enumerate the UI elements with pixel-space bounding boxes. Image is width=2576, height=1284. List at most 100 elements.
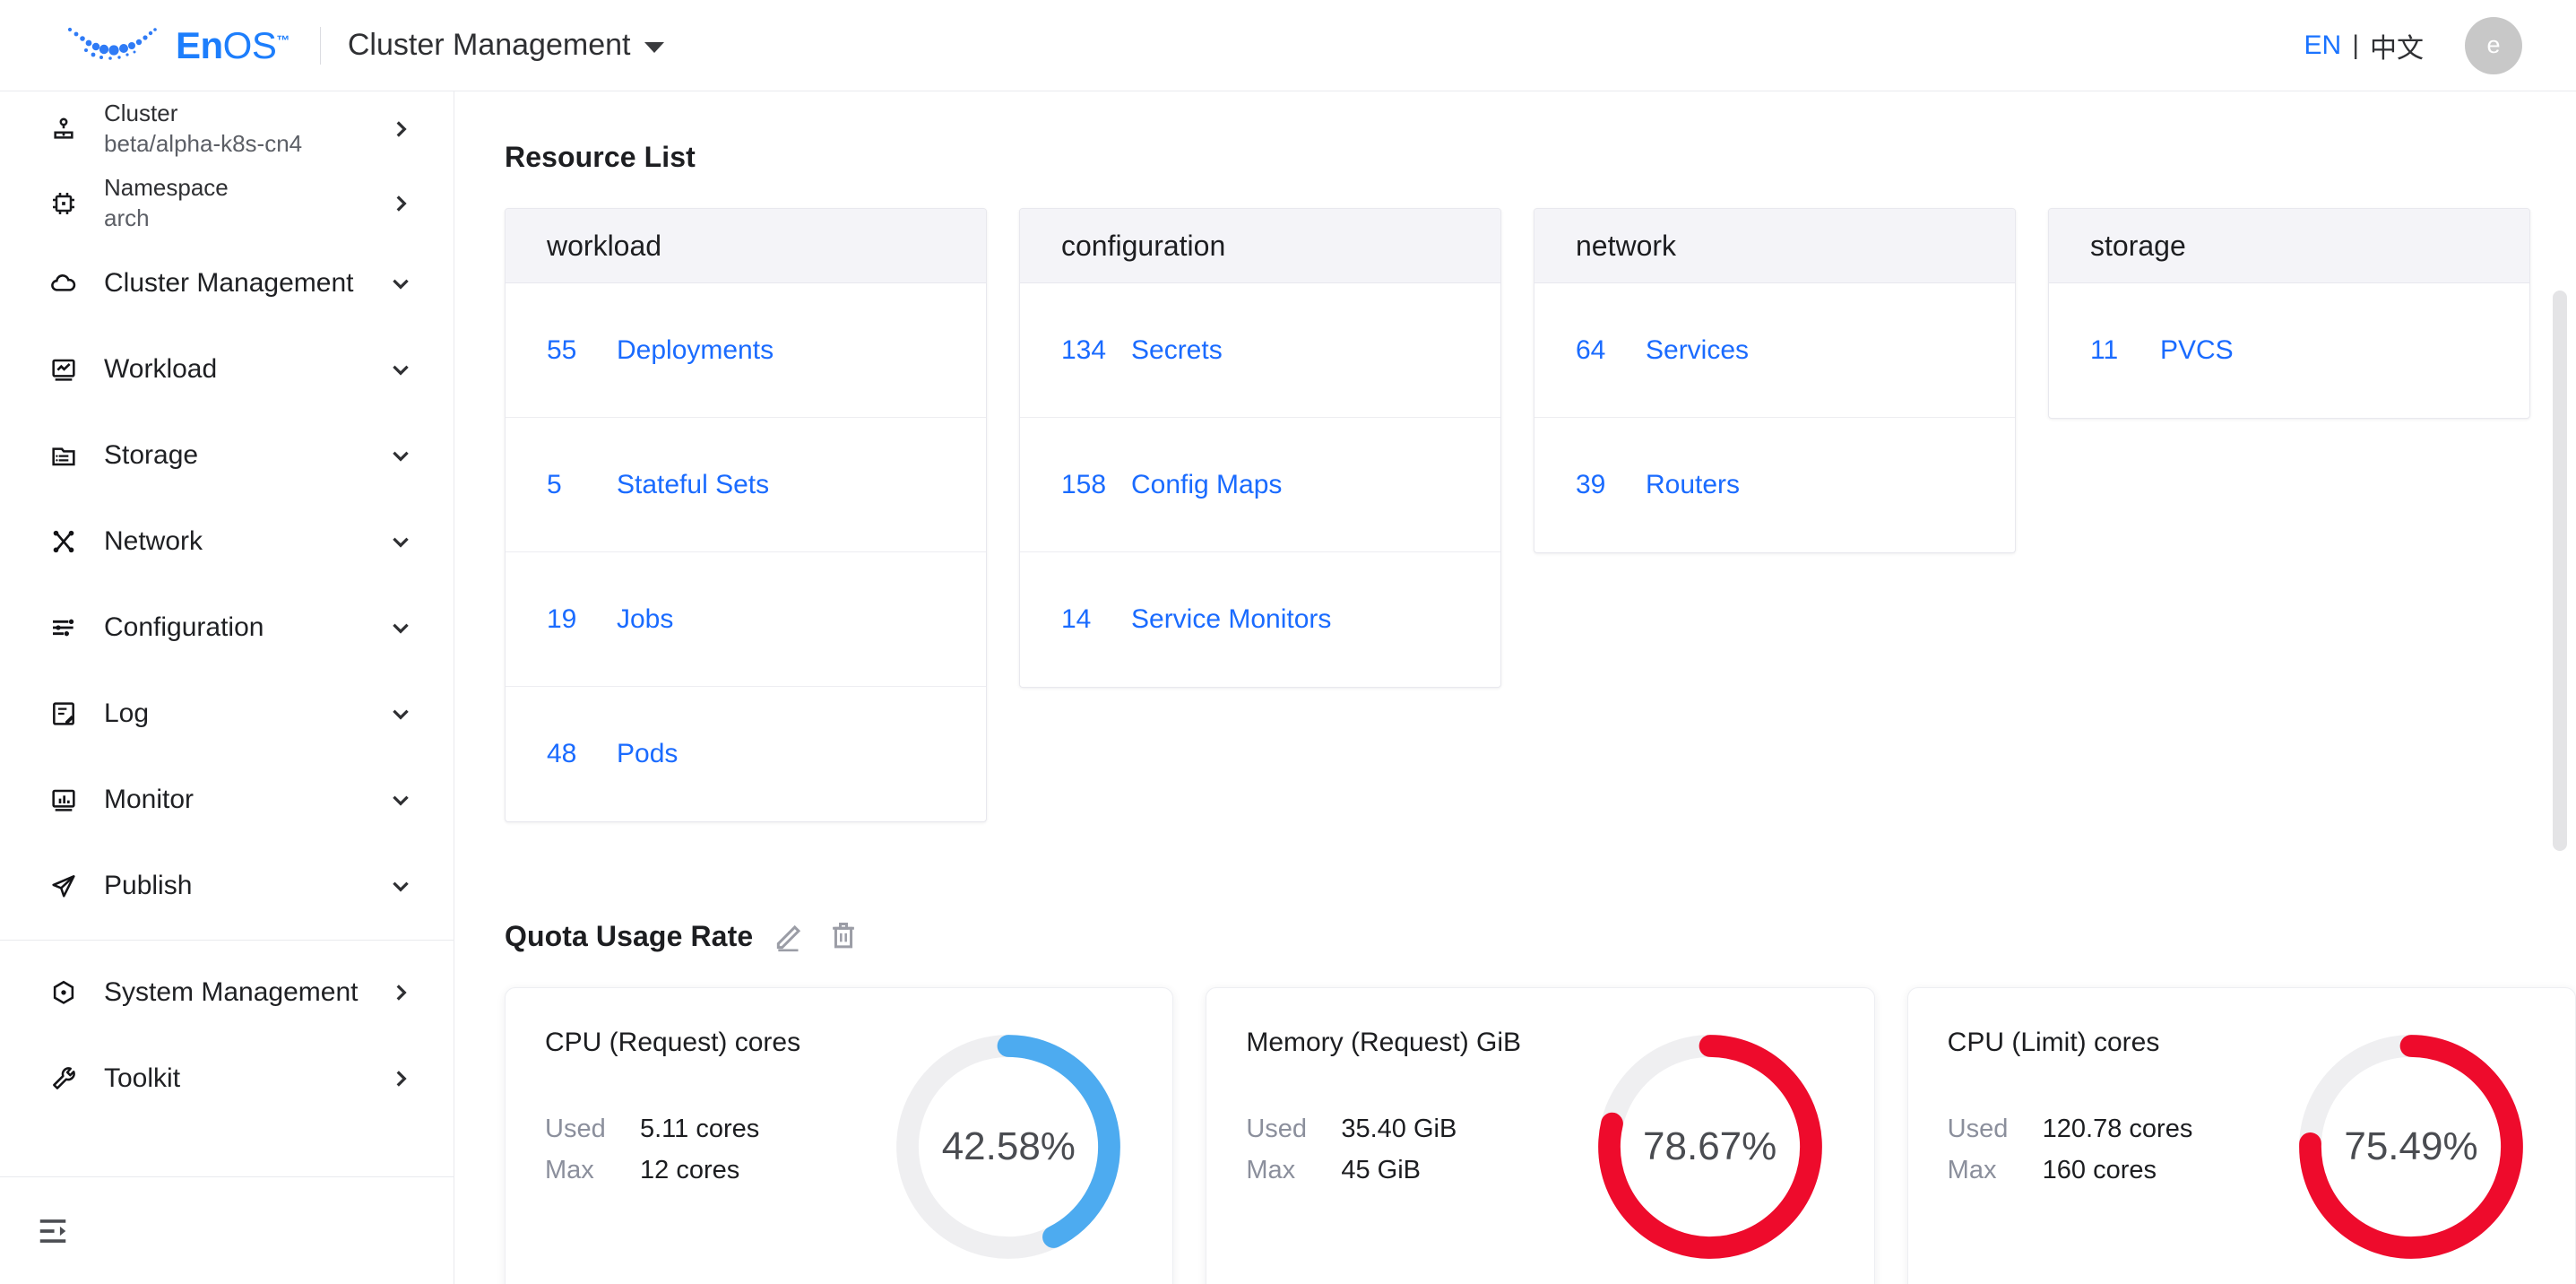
- resource-row[interactable]: 134 Secrets: [1020, 283, 1500, 418]
- chevron-right-icon[interactable]: [389, 1067, 412, 1090]
- resource-count[interactable]: 48: [547, 739, 617, 769]
- sidebar-item-cluster[interactable]: Cluster beta/alpha-k8s-cn4: [0, 91, 454, 166]
- gauge-card-cpu-request: CPU (Request) cores Used 5.11 cores Max …: [505, 987, 1173, 1284]
- resource-link[interactable]: PVCS: [2160, 335, 2234, 366]
- resource-row[interactable]: 19 Jobs: [506, 552, 986, 687]
- resource-row[interactable]: 11 PVCS: [2049, 283, 2529, 418]
- enos-logo[interactable]: EnOS™: [63, 24, 290, 67]
- storage-icon: [47, 438, 81, 473]
- sidebar-label-workload: Workload: [104, 354, 366, 385]
- resource-row[interactable]: 14 Service Monitors: [1020, 552, 1500, 687]
- workload-icon: [47, 352, 81, 386]
- resource-count[interactable]: 158: [1061, 470, 1131, 500]
- resource-count[interactable]: 64: [1576, 335, 1646, 366]
- chevron-right-icon[interactable]: [389, 192, 412, 215]
- cluster-value: beta/alpha-k8s-cn4: [104, 131, 366, 158]
- gauge-card-memory-request: Memory (Request) GiB Used 35.40 GiB Max …: [1206, 987, 1874, 1284]
- publish-icon: [47, 869, 81, 903]
- hexagon-dot-icon: [47, 976, 81, 1010]
- cluster-label: Cluster: [104, 100, 366, 127]
- sidebar-label-monitor: Monitor: [104, 785, 366, 815]
- resource-card-configuration: configuration 134 Secrets 158 Config Map…: [1019, 208, 1501, 688]
- chevron-down-icon[interactable]: [389, 272, 412, 295]
- sidebar-item-monitor[interactable]: Monitor: [0, 757, 454, 843]
- main-content: Resource List workload 55 Deployments 5 …: [454, 91, 2576, 1284]
- sidebar-item-publish[interactable]: Publish: [0, 843, 454, 929]
- avatar[interactable]: e: [2465, 17, 2522, 74]
- resource-count[interactable]: 39: [1576, 470, 1646, 500]
- resource-card-header: network: [1534, 209, 2015, 283]
- sidebar-label-log: Log: [104, 698, 366, 729]
- gauge-donut: 75.49%: [2290, 1026, 2532, 1268]
- chevron-down-icon[interactable]: [389, 530, 412, 553]
- resource-link[interactable]: Service Monitors: [1131, 604, 1331, 635]
- pencil-icon[interactable]: [773, 919, 807, 953]
- chevron-right-icon[interactable]: [389, 117, 412, 141]
- resource-row[interactable]: 64 Services: [1534, 283, 2015, 418]
- namespace-icon: [47, 187, 81, 221]
- sidebar-footer: [0, 1176, 454, 1284]
- sidebar-divider: [0, 940, 454, 941]
- sidebar-item-cluster-management[interactable]: Cluster Management: [0, 240, 454, 326]
- resource-count[interactable]: 11: [2090, 335, 2160, 366]
- trash-icon[interactable]: [826, 919, 860, 953]
- sidebar-item-storage[interactable]: Storage: [0, 412, 454, 499]
- quota-header: Quota Usage Rate: [505, 919, 2576, 953]
- chevron-right-icon[interactable]: [389, 981, 412, 1004]
- chevron-down-icon[interactable]: [389, 788, 412, 811]
- gauge-max-label: Max: [1246, 1150, 1327, 1191]
- chevron-down-icon[interactable]: [644, 42, 664, 53]
- quota-gauge-row: CPU (Request) cores Used 5.11 cores Max …: [505, 987, 2576, 1284]
- resource-link[interactable]: Services: [1646, 335, 1749, 366]
- resource-link[interactable]: Jobs: [617, 604, 673, 635]
- resource-count[interactable]: 19: [547, 604, 617, 635]
- lang-en-option[interactable]: EN: [2304, 30, 2342, 61]
- sidebar: Cluster beta/alpha-k8s-cn4: [0, 91, 454, 1284]
- gauge-used-value: 5.11 cores: [640, 1108, 759, 1150]
- language-switcher[interactable]: EN | 中文: [2304, 26, 2424, 65]
- resource-link[interactable]: Stateful Sets: [617, 470, 769, 500]
- enos-logo-mark: [63, 24, 170, 67]
- gauge-max-label: Max: [1948, 1150, 2028, 1191]
- lang-zh-option[interactable]: 中文: [2370, 26, 2424, 65]
- resource-link[interactable]: Config Maps: [1131, 470, 1282, 500]
- resource-count[interactable]: 55: [547, 335, 617, 366]
- avatar-initial: e: [2486, 31, 2500, 59]
- monitor-icon: [47, 783, 81, 817]
- resource-link[interactable]: Routers: [1646, 470, 1740, 500]
- chevron-down-icon[interactable]: [389, 358, 412, 381]
- vertical-scrollbar[interactable]: [2553, 291, 2567, 851]
- resource-row[interactable]: 48 Pods: [506, 687, 986, 821]
- resource-row[interactable]: 5 Stateful Sets: [506, 418, 986, 552]
- chevron-down-icon[interactable]: [389, 874, 412, 898]
- gauge-percent: 78.67%: [1589, 1026, 1831, 1268]
- gauge-used-label: Used: [1246, 1108, 1327, 1150]
- resource-row[interactable]: 158 Config Maps: [1020, 418, 1500, 552]
- sidebar-item-configuration[interactable]: Configuration: [0, 585, 454, 671]
- sidebar-item-toolkit[interactable]: Toolkit: [0, 1036, 454, 1122]
- sidebar-label-storage: Storage: [104, 440, 366, 471]
- menu-fold-icon[interactable]: [36, 1214, 70, 1248]
- sidebar-item-workload[interactable]: Workload: [0, 326, 454, 412]
- sidebar-item-system-management[interactable]: System Management: [0, 950, 454, 1036]
- resource-link[interactable]: Secrets: [1131, 335, 1223, 366]
- resource-row[interactable]: 39 Routers: [1534, 418, 2015, 552]
- module-title-dropdown[interactable]: Cluster Management: [348, 28, 665, 63]
- chevron-down-icon[interactable]: [389, 616, 412, 639]
- chevron-down-icon[interactable]: [389, 444, 412, 467]
- chevron-down-icon[interactable]: [389, 702, 412, 725]
- resource-link[interactable]: Pods: [617, 739, 678, 769]
- resource-count[interactable]: 5: [547, 470, 617, 500]
- cloud-icon: [47, 266, 81, 300]
- quota-usage-title: Quota Usage Rate: [505, 920, 753, 953]
- wrench-icon: [47, 1062, 81, 1096]
- sidebar-item-network[interactable]: Network: [0, 499, 454, 585]
- sidebar-item-log[interactable]: Log: [0, 671, 454, 757]
- namespace-value: arch: [104, 205, 366, 232]
- resource-row[interactable]: 55 Deployments: [506, 283, 986, 418]
- resource-link[interactable]: Deployments: [617, 335, 774, 366]
- resource-count[interactable]: 14: [1061, 604, 1131, 635]
- resource-count[interactable]: 134: [1061, 335, 1131, 366]
- sidebar-scroll: Cluster beta/alpha-k8s-cn4: [0, 91, 454, 1176]
- sidebar-item-namespace[interactable]: Namespace arch: [0, 166, 454, 240]
